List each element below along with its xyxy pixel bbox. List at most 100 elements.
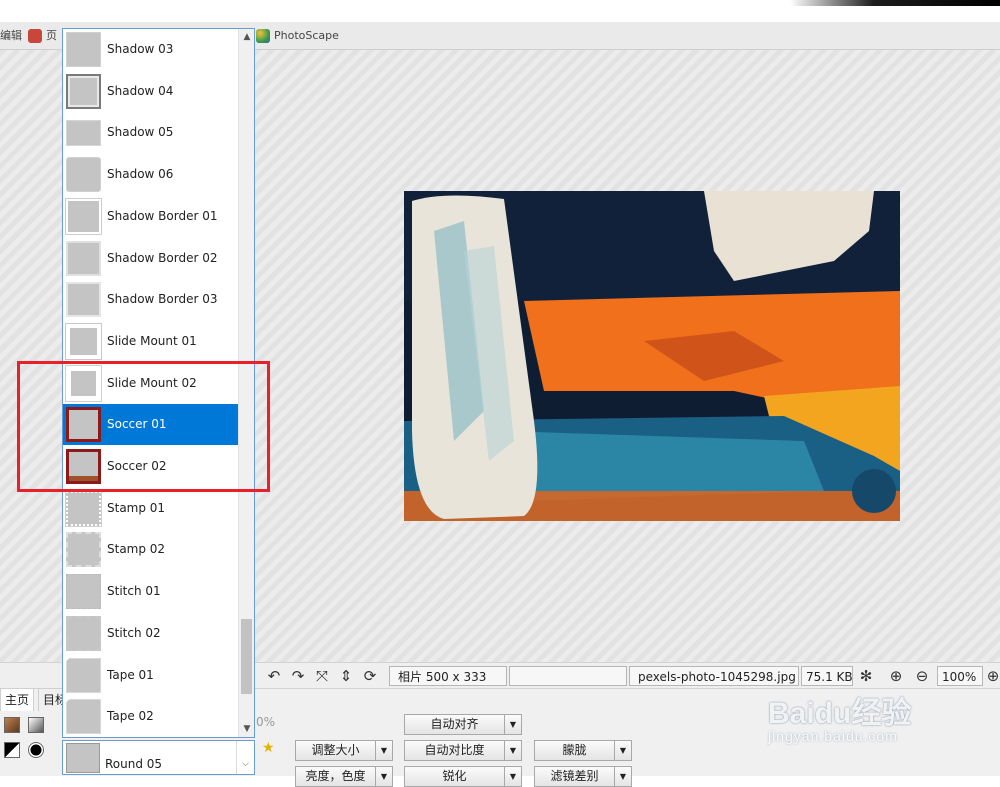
frame-list-item-label: Slide Mount 02: [107, 376, 197, 390]
tab-photoscape[interactable]: PhotoScape: [256, 26, 339, 46]
scroll-down-icon[interactable]: ▼: [239, 721, 255, 737]
frame-list-item-label: Shadow 05: [107, 125, 174, 139]
bw-icon[interactable]: [4, 742, 20, 758]
zoom-out-icon[interactable]: ⊖: [913, 667, 931, 685]
zoom-readout: 100%: [937, 666, 983, 686]
filename-readout: pexels-photo-1045298.jpg: [629, 666, 799, 686]
frame-list-item-label: Shadow Border 01: [107, 209, 218, 223]
chevron-down-icon[interactable]: ▼: [504, 767, 521, 786]
chevron-down-icon[interactable]: ▼: [375, 767, 392, 786]
redo-icon[interactable]: ↷: [289, 667, 307, 685]
decorative-shadow: [790, 0, 1000, 6]
frame-list-item[interactable]: Stamp 01: [63, 488, 239, 529]
gradient-icon[interactable]: [28, 717, 44, 733]
frame-list-item[interactable]: Shadow 03: [63, 29, 239, 70]
frame-dropdown-list[interactable]: Shadow 03 Shadow 04 Shadow 05 Shadow 06 Shad…: [62, 28, 255, 738]
frame-thumbnail: [66, 574, 101, 609]
frame-list-item[interactable]: Stitch 01: [63, 571, 239, 612]
frame-list-item-label: Stamp 01: [107, 501, 166, 515]
panel-tab-home[interactable]: 主页: [0, 688, 35, 711]
auto-align-label: 自动对齐: [430, 717, 479, 731]
page-icon: [28, 29, 42, 43]
resize-button[interactable]: 调整大小 ▼: [295, 740, 393, 761]
tab-edit[interactable]: 编辑: [0, 26, 22, 46]
edited-photo[interactable]: [404, 191, 900, 521]
brightness-label: 亮度，色度: [305, 769, 366, 783]
chevron-down-icon[interactable]: ▼: [614, 741, 631, 760]
chevron-down-icon[interactable]: ⌵: [236, 741, 254, 774]
frame-list-item[interactable]: Stitch 02: [63, 613, 239, 654]
frame-list-item[interactable]: Shadow 06: [63, 154, 239, 195]
photo-image: [404, 191, 900, 521]
chevron-down-icon[interactable]: ▼: [614, 767, 631, 786]
frame-list-item[interactable]: Shadow 04: [63, 71, 239, 112]
frame-thumbnail: [66, 74, 101, 109]
resize-label: 调整大小: [311, 743, 360, 757]
undo-icon[interactable]: ↶: [265, 667, 283, 685]
frame-list-item[interactable]: Stamp 02: [63, 529, 239, 570]
color-icon[interactable]: [4, 717, 20, 733]
hazy-label: 朦胧: [562, 743, 587, 757]
frame-list-item-label: Slide Mount 01: [107, 334, 197, 348]
filesize-readout: 75.1 KB: [801, 666, 853, 686]
circle-icon[interactable]: [28, 742, 44, 758]
photoscape-icon: [256, 29, 270, 43]
sharpen-button[interactable]: 锐化 ▼: [404, 766, 522, 787]
scroll-up-icon[interactable]: ▲: [239, 29, 255, 45]
frame-list-item[interactable]: Shadow Border 02: [63, 238, 239, 279]
rotate-icon[interactable]: ⟳: [361, 667, 379, 685]
frame-list-item[interactable]: Shadow Border 03: [63, 279, 239, 320]
chevron-down-icon[interactable]: ▼: [504, 741, 521, 760]
frame-thumbnail: [66, 324, 101, 359]
frame-thumbnail: [66, 532, 101, 567]
auto-contrast-button[interactable]: 自动对比度 ▼: [404, 740, 522, 761]
frame-thumbnail: [66, 32, 101, 67]
fit-icon[interactable]: ⤧: [313, 667, 331, 685]
frame-list-item[interactable]: Slide Mount 01: [63, 321, 239, 362]
tab-page-label: 页: [46, 29, 57, 42]
zoom-in-icon[interactable]: ⊕: [984, 667, 1000, 685]
brightness-button[interactable]: 亮度，色度 ▼: [295, 766, 393, 787]
settings-icon[interactable]: ✻: [857, 667, 875, 685]
star-icon[interactable]: ★: [262, 740, 275, 756]
frame-list-item[interactable]: Shadow Border 01: [63, 196, 239, 237]
frame-list-item[interactable]: Soccer 02: [63, 446, 239, 487]
frame-thumbnail: [66, 407, 101, 442]
frame-thumbnail: [66, 199, 101, 234]
frame-list-item[interactable]: Tape 01: [63, 655, 239, 696]
frame-thumbnail: [66, 366, 101, 401]
frame-thumbnail: [66, 241, 101, 276]
frame-select[interactable]: Round 05 ⌵: [62, 740, 255, 775]
chevron-down-icon[interactable]: ▼: [375, 741, 392, 760]
frame-list-item-label: Stitch 01: [107, 584, 161, 598]
chevron-down-icon[interactable]: ▼: [504, 715, 521, 734]
frame-list-item-label: Shadow 04: [107, 84, 174, 98]
frame-list-item-label: Shadow 03: [107, 42, 174, 56]
resize-icon[interactable]: ⇕: [337, 667, 355, 685]
auto-contrast-label: 自动对比度: [424, 743, 485, 757]
frame-list-item[interactable]: Soccer 01: [63, 404, 239, 445]
auto-align-button[interactable]: 自动对齐 ▼: [404, 714, 522, 735]
frame-list-item-label: Shadow Border 03: [107, 292, 218, 306]
filter-button[interactable]: 滤镜差别 ▼: [534, 766, 632, 787]
frame-list-item-label: Shadow 06: [107, 167, 174, 181]
frame-thumbnail: [66, 658, 101, 693]
frame-list-item[interactable]: Tape 02: [63, 696, 239, 737]
frame-list-item[interactable]: Shadow 05: [63, 112, 239, 153]
frame-select-value: Round 05: [105, 757, 163, 771]
photo-size-readout: 相片 500 x 333: [389, 666, 507, 686]
sharpen-label: 锐化: [442, 769, 467, 783]
frame-list-item[interactable]: Slide Mount 02: [63, 363, 239, 404]
hazy-button[interactable]: 朦胧 ▼: [534, 740, 632, 761]
frame-list-scrollbar[interactable]: ▲ ▼: [238, 29, 254, 737]
frame-thumbnail: [66, 282, 101, 317]
tab-edit-label: 编辑: [0, 29, 22, 42]
frame-preview-thumb: [66, 743, 100, 773]
zoom-fit-icon[interactable]: ⊕: [887, 667, 905, 685]
frame-thumbnail: [66, 699, 101, 734]
frame-thumbnail: [66, 449, 101, 484]
window-top-area: [0, 0, 1000, 22]
tab-page[interactable]: 页: [28, 26, 57, 46]
frame-list-item-label: Shadow Border 02: [107, 251, 218, 265]
scrollbar-thumb[interactable]: [241, 619, 252, 694]
